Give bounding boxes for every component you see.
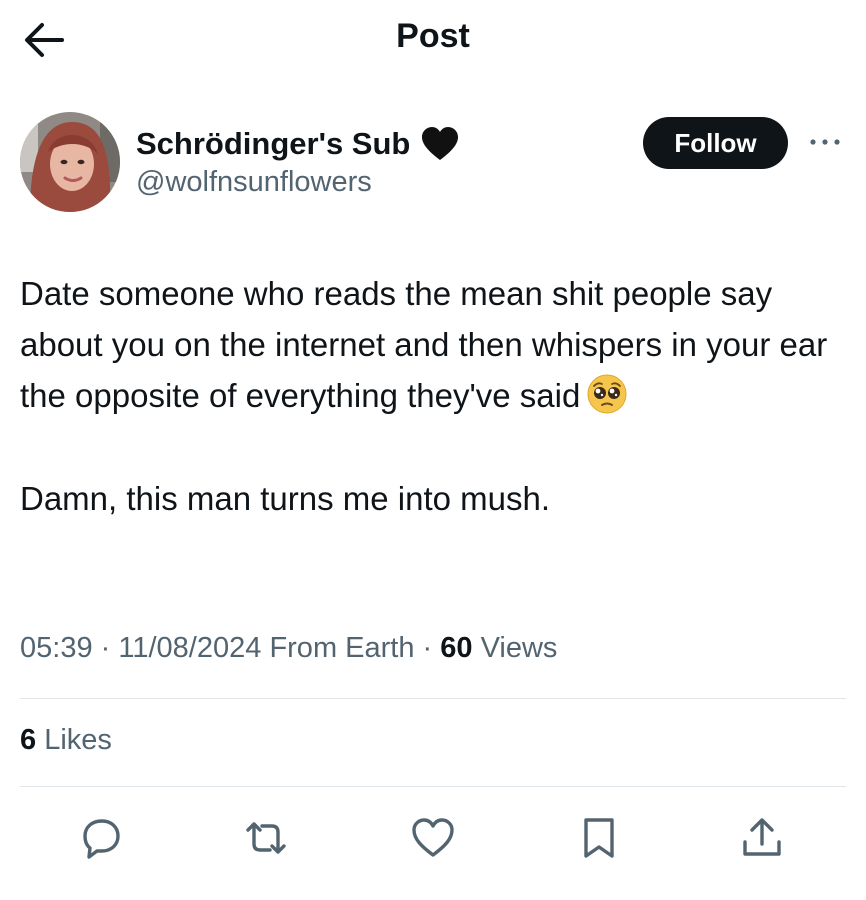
- author-name-row: Schrödinger's Sub: [136, 124, 460, 164]
- views-count: 60: [440, 632, 473, 664]
- post-paragraph-text: Date someone who reads the mean shit peo…: [20, 275, 828, 414]
- top-bar: Post: [0, 0, 866, 80]
- more-options-icon[interactable]: [808, 132, 842, 152]
- avatar[interactable]: [20, 112, 120, 212]
- action-bar: [0, 808, 866, 868]
- page-title: Post: [396, 17, 470, 55]
- views-label: Views: [480, 632, 558, 664]
- post-source: From Earth: [269, 632, 415, 664]
- post-meta: 05:39 · 11/08/2024 From Earth · 60 Views: [20, 632, 557, 665]
- post-time[interactable]: 05:39: [20, 632, 93, 664]
- post-paragraph: Date someone who reads the mean shit peo…: [20, 268, 850, 421]
- author-display-name[interactable]: Schrödinger's Sub: [136, 126, 410, 162]
- pleading-face-emoji-icon: [587, 374, 627, 414]
- repost-icon[interactable]: [244, 816, 288, 860]
- like-icon[interactable]: [411, 816, 455, 860]
- divider: [20, 786, 846, 787]
- likes-count: 6: [20, 724, 37, 756]
- likes-label: Likes: [44, 724, 112, 756]
- black-heart-icon: [422, 127, 459, 160]
- reply-icon[interactable]: [80, 816, 124, 860]
- bookmark-icon[interactable]: [577, 816, 621, 860]
- divider: [20, 698, 846, 699]
- post-text: Date someone who reads the mean shit peo…: [20, 268, 850, 524]
- meta-separator: ·: [422, 632, 433, 664]
- likes-stat[interactable]: 6 Likes: [20, 724, 112, 757]
- share-icon[interactable]: [740, 816, 784, 860]
- meta-separator: ·: [100, 632, 111, 664]
- post-date[interactable]: 11/08/2024: [118, 632, 261, 664]
- follow-button[interactable]: Follow: [643, 117, 788, 169]
- author-handle[interactable]: @wolfnsunflowers: [136, 166, 372, 199]
- post-paragraph: Damn, this man turns me into mush.: [20, 480, 551, 517]
